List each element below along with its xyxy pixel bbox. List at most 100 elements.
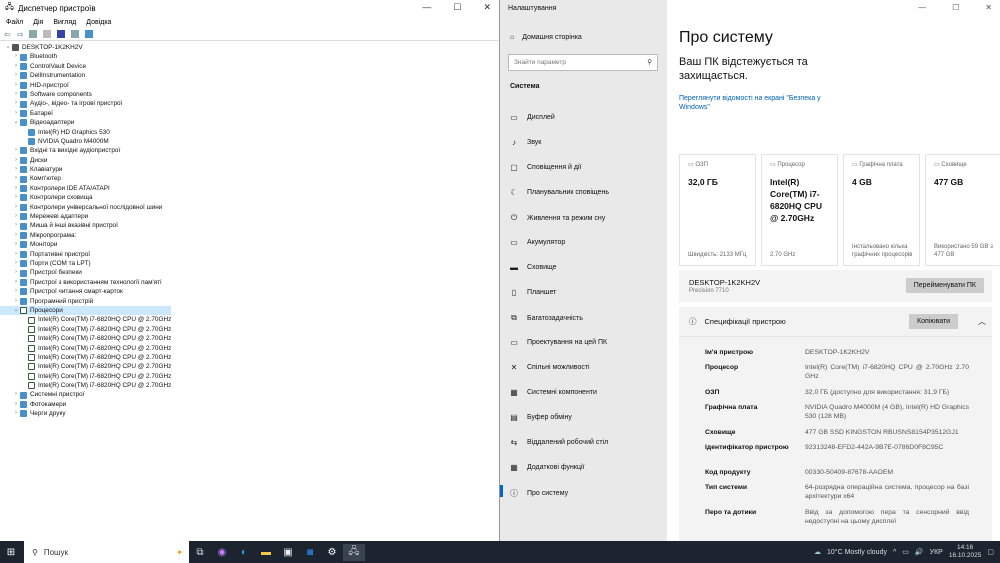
tree-category[interactable]: › Миша й інші вказівні пристрої: [0, 221, 171, 230]
weather-icon[interactable]: ☁: [814, 548, 821, 556]
tree-category[interactable]: ⌄ Процесори: [0, 305, 172, 316]
store-icon[interactable]: ▣: [277, 547, 299, 558]
chevron-right-icon[interactable]: ›: [12, 62, 20, 71]
chevron-right-icon[interactable]: ›: [12, 278, 20, 287]
tree-root[interactable]: ⌄ DESKTOP-1K2KH2V: [0, 43, 171, 52]
nav-item[interactable]: ▭ Дисплей: [510, 113, 555, 122]
tree-category[interactable]: › Мережеві адаптери: [0, 212, 171, 221]
notifications-icon[interactable]: ▢: [987, 548, 994, 556]
close-button[interactable]: ✕: [985, 3, 992, 12]
tree-category[interactable]: › Батареї: [0, 109, 171, 118]
settings-search-input[interactable]: Знайти параметр ⚲: [508, 54, 658, 71]
tree-category[interactable]: › Bluetooth: [0, 52, 171, 61]
tree-category[interactable]: › HID-пристрої: [0, 81, 171, 90]
nav-item[interactable]: ▦ Додаткові функції: [510, 463, 584, 472]
chevron-right-icon[interactable]: ›: [12, 250, 20, 259]
nav-item[interactable]: ✕ Спільні можливості: [510, 363, 590, 372]
tree-device[interactable]: Intel(R) Core(TM) i7-6820HQ CPU @ 2.70GH…: [0, 315, 171, 324]
nav-item[interactable]: ▯ Планшет: [510, 288, 557, 297]
tree-category[interactable]: › Пристрої безпеки: [0, 268, 171, 277]
view-icon[interactable]: [71, 30, 80, 38]
tree-category[interactable]: › Черги друку: [0, 409, 171, 418]
chevron-down-icon[interactable]: ⌄: [4, 43, 12, 52]
copy-button[interactable]: Копіювати: [909, 314, 959, 329]
nav-item[interactable]: ⧉ Багатозадачність: [510, 313, 583, 323]
tree-category[interactable]: › Аудіо-, відео- та ігрові пристрої: [0, 99, 171, 108]
nav-item[interactable]: ▭ Акумулятор: [510, 238, 565, 247]
tree-device[interactable]: Intel(R) Core(TM) i7-6820HQ CPU @ 2.70GH…: [0, 362, 171, 371]
tree-device[interactable]: Intel(R) Core(TM) i7-6820HQ CPU @ 2.70GH…: [0, 325, 171, 334]
tree-category[interactable]: › Порти (COM та LPT): [0, 259, 171, 268]
chevron-right-icon[interactable]: ›: [12, 231, 20, 240]
back-icon[interactable]: ⇦: [4, 30, 11, 39]
chevron-right-icon[interactable]: ›: [12, 52, 20, 61]
nav-item[interactable]: ▢ Сповіщення й дії: [510, 163, 581, 172]
tree-category[interactable]: › Пристрої читання смарт-карток: [0, 287, 171, 296]
nav-item[interactable]: ☾ Планувальник сповіщень: [510, 188, 609, 197]
tree-category[interactable]: › Контролери універсальної послідовної ши…: [0, 203, 171, 212]
copilot-icon[interactable]: ◉: [211, 547, 233, 558]
chevron-right-icon[interactable]: ›: [12, 287, 20, 296]
tree-device[interactable]: Intel(R) Core(TM) i7-6820HQ CPU @ 2.70GH…: [0, 372, 171, 381]
chevron-right-icon[interactable]: ›: [12, 146, 20, 155]
nav-item[interactable]: ⇆ Віддалений робочий стіл: [510, 438, 609, 447]
tree-device[interactable]: NVIDIA Quadro M4000M: [0, 137, 171, 146]
tree-category[interactable]: › Монітори: [0, 240, 171, 249]
start-icon[interactable]: ⊞: [0, 547, 22, 558]
tree-category[interactable]: › Комп'ютер: [0, 174, 171, 183]
menu-item[interactable]: Дія: [33, 19, 43, 26]
chevron-down-icon[interactable]: ⌄: [12, 306, 20, 315]
nav-item[interactable]: ♪ Звук: [510, 138, 541, 147]
chevron-right-icon[interactable]: ›: [12, 240, 20, 249]
tree-category[interactable]: › DellInstrumentation: [0, 71, 171, 80]
nav-item[interactable]: ▭ Проектування на цей ПК: [510, 338, 607, 347]
scan-hardware-icon[interactable]: [85, 30, 94, 38]
chevron-right-icon[interactable]: ›: [12, 99, 20, 108]
volume-icon[interactable]: 🔊: [915, 548, 924, 556]
properties-icon[interactable]: [29, 30, 38, 38]
menu-item[interactable]: Файл: [6, 19, 23, 26]
minimize-button[interactable]: —: [918, 3, 926, 12]
tree-category[interactable]: › Пристрої з використанням технології пам…: [0, 278, 171, 287]
tree-category[interactable]: › Фотокамери: [0, 400, 171, 409]
tree-category[interactable]: › Портативні пристрої: [0, 250, 171, 259]
chevron-right-icon[interactable]: ›: [12, 259, 20, 268]
tree-device[interactable]: Intel(R) Core(TM) i7-6820HQ CPU @ 2.70GH…: [0, 344, 171, 353]
nav-item[interactable]: ⏻ Живлення та режим сну: [510, 213, 605, 223]
tree-category[interactable]: › Контролери сховища: [0, 193, 171, 202]
tree-device[interactable]: Intel(R) Core(TM) i7-6820HQ CPU @ 2.70GH…: [0, 381, 171, 390]
chevron-right-icon[interactable]: ›: [12, 297, 20, 306]
menu-item[interactable]: Довідка: [86, 19, 111, 26]
tree-category[interactable]: › Клавіатури: [0, 165, 171, 174]
task-view-icon[interactable]: ⧉: [189, 547, 211, 558]
chevron-right-icon[interactable]: ›: [12, 184, 20, 193]
settings-icon[interactable]: ⚙: [321, 547, 343, 558]
nav-item[interactable]: ⓘ Про систему: [499, 485, 568, 499]
device-manager-taskbar-icon[interactable]: 🖧: [343, 543, 365, 561]
chevron-right-icon[interactable]: ›: [12, 156, 20, 165]
tree-category[interactable]: › Програмний пристрій: [0, 297, 171, 306]
rename-pc-button[interactable]: Перейменувати ПК: [905, 278, 984, 293]
tree-category[interactable]: › Контролери IDE ATA/ATAPI: [0, 184, 171, 193]
security-link[interactable]: Переглянути відомості на екрані "Безпека…: [679, 94, 849, 112]
chevron-up-icon[interactable]: ︿: [978, 316, 986, 327]
network-icon[interactable]: ▭: [902, 548, 909, 556]
chevron-right-icon[interactable]: ›: [12, 212, 20, 221]
chevron-down-icon[interactable]: ⌄: [12, 118, 20, 127]
tree-category[interactable]: › Диски: [0, 156, 171, 165]
chevron-right-icon[interactable]: ›: [12, 81, 20, 90]
tray-chevron-icon[interactable]: ^: [893, 549, 896, 556]
tree-category[interactable]: › Software components: [0, 90, 171, 99]
home-link[interactable]: ⌂ Домашня сторінка: [510, 34, 582, 41]
help-icon[interactable]: [43, 30, 52, 38]
tree-device[interactable]: Intel(R) Core(TM) i7-6820HQ CPU @ 2.70GH…: [0, 353, 171, 362]
chevron-right-icon[interactable]: ›: [12, 90, 20, 99]
minimize-button[interactable]: —: [422, 2, 431, 13]
close-button[interactable]: ✕: [483, 2, 491, 13]
tree-device[interactable]: Intel(R) Core(TM) i7-6820HQ CPU @ 2.70GH…: [0, 334, 171, 343]
tree-category[interactable]: › Мікропрограма:: [0, 231, 171, 240]
chevron-right-icon[interactable]: ›: [12, 221, 20, 230]
file-explorer-icon[interactable]: ▬: [255, 547, 277, 558]
tree-device[interactable]: Intel(R) HD Graphics 530: [0, 128, 171, 137]
maximize-button[interactable]: ☐: [952, 3, 959, 12]
